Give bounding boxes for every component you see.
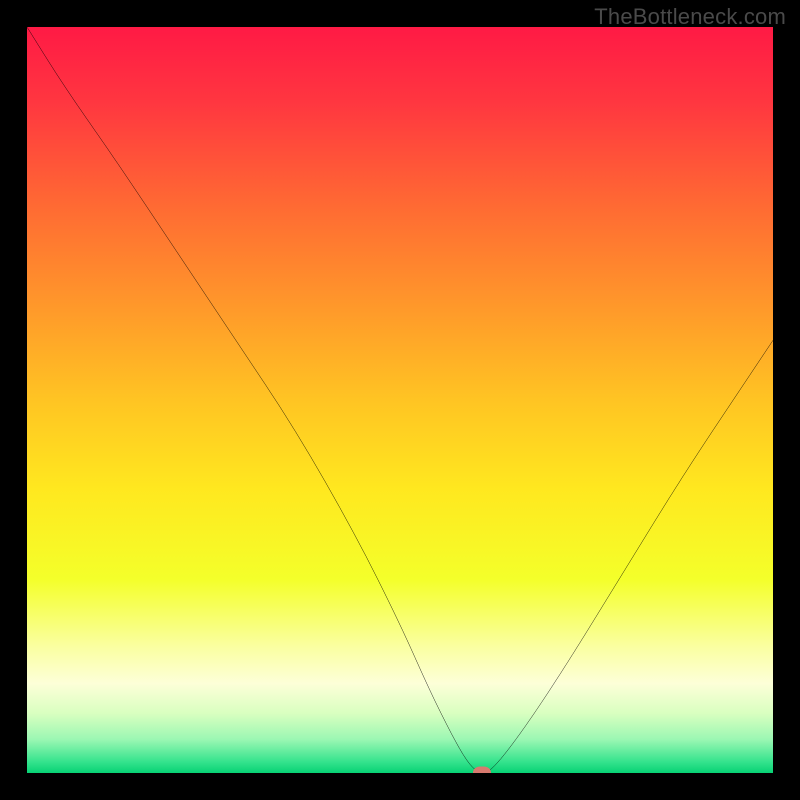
bottleneck-curve xyxy=(27,27,773,773)
plot-area xyxy=(27,27,773,773)
watermark-text: TheBottleneck.com xyxy=(594,4,786,30)
minimum-marker xyxy=(473,767,491,774)
chart-frame: TheBottleneck.com xyxy=(0,0,800,800)
